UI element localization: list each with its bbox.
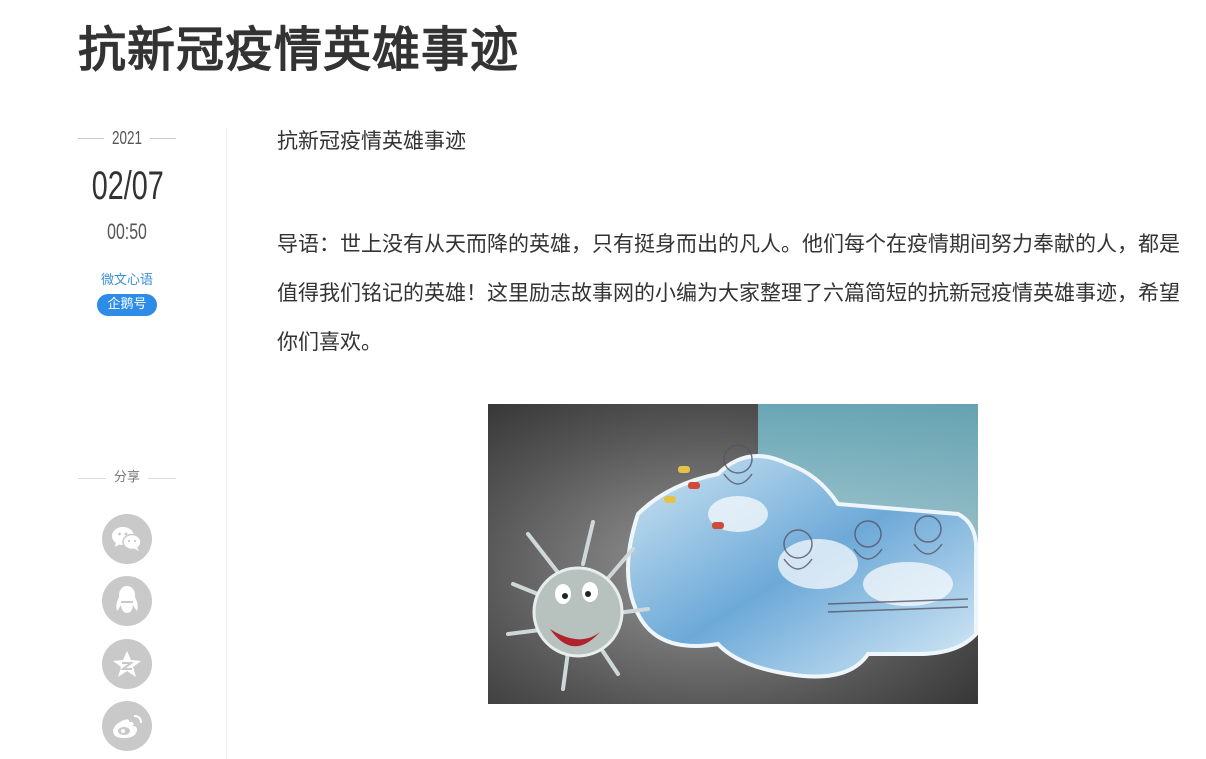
column-divider xyxy=(226,128,227,759)
qzone-icon xyxy=(113,651,141,677)
year-row: 2021 xyxy=(78,126,176,150)
publish-year: 2021 xyxy=(111,128,143,148)
share-label: 分享 xyxy=(113,470,140,485)
share-weibo-button[interactable] xyxy=(102,701,152,751)
source-badge[interactable]: 企鹅号 xyxy=(97,294,157,316)
share-divider-left xyxy=(78,478,106,479)
virus-fight-painting xyxy=(488,404,978,704)
article-intro: 导语：世上没有从天而降的英雄，只有挺身而出的凡人。他们每个在疫情期间努力奉献的人… xyxy=(277,232,1180,354)
article-subtitle: 抗新冠疫情英雄事迹 xyxy=(277,129,466,153)
year-divider-left xyxy=(78,138,104,139)
page-title: 抗新冠疫情英雄事迹 xyxy=(78,22,520,78)
article-meta: 2021 02/07 00:50 微文心语 企鹅号 xyxy=(78,126,176,316)
weibo-icon xyxy=(113,715,142,738)
share-qzone-button[interactable] xyxy=(102,639,152,689)
author-link[interactable]: 微文心语 xyxy=(78,272,176,290)
article-body: 抗新冠疫情英雄事迹 导语：世上没有从天而降的英雄，只有挺身而出的凡人。他们每个在… xyxy=(277,124,1182,367)
share-wechat-button[interactable] xyxy=(102,514,152,564)
publish-date: 02/07 xyxy=(91,164,164,208)
article-illustration xyxy=(488,404,978,704)
publish-time: 00:50 xyxy=(107,219,147,244)
share-divider-right xyxy=(148,478,176,479)
share-header: 分享 xyxy=(78,466,176,490)
year-divider-right xyxy=(150,138,176,139)
wechat-icon xyxy=(112,527,142,551)
qq-icon xyxy=(116,586,138,613)
share-qq-button[interactable] xyxy=(102,576,152,626)
